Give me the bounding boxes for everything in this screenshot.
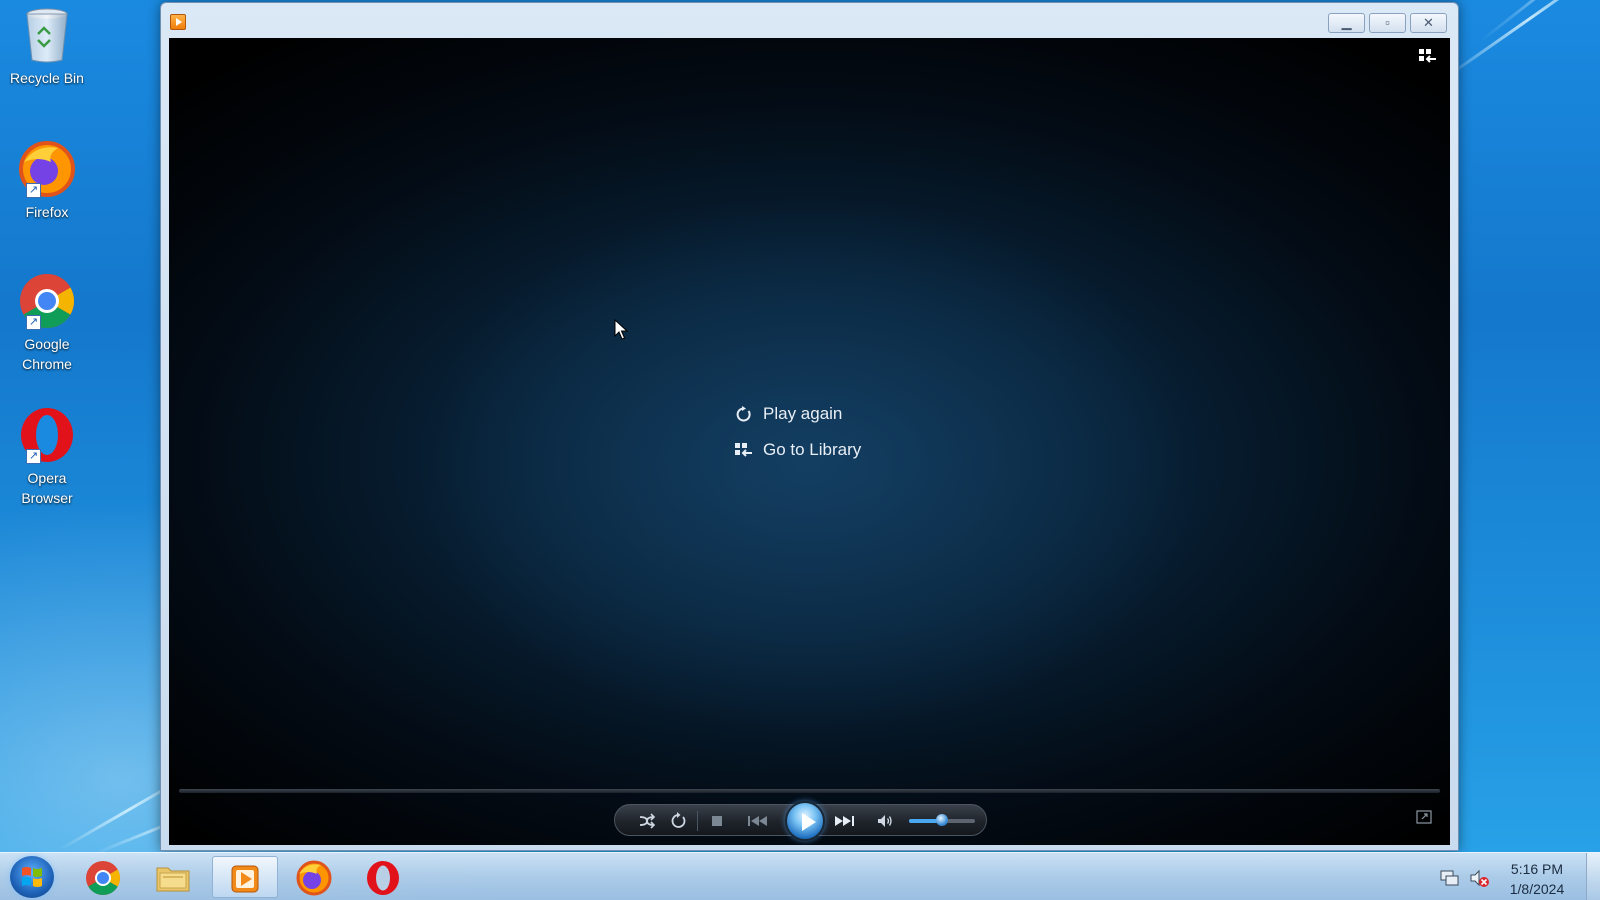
network-icon[interactable] — [1440, 869, 1460, 887]
stop-icon[interactable] — [707, 811, 727, 831]
desktop-icon-recycle-bin[interactable]: Recycle Bin — [4, 6, 90, 88]
play-button[interactable] — [785, 801, 825, 841]
go-to-library-link[interactable]: Go to Library — [735, 438, 895, 462]
repeat-icon[interactable] — [668, 811, 688, 831]
chrome-icon: ↗ — [18, 272, 76, 330]
desktop-icon-google-chrome[interactable]: ↗ Google Chrome — [4, 272, 90, 374]
windows-logo-icon — [22, 867, 42, 887]
mouse-cursor-icon — [614, 318, 630, 341]
volume-muted-icon[interactable] — [1468, 867, 1490, 889]
file-explorer-icon — [154, 859, 192, 897]
volume-thumb[interactable] — [936, 814, 948, 826]
close-button[interactable]: ✕ — [1410, 13, 1447, 33]
play-again-link[interactable]: Play again — [735, 402, 875, 426]
desktop-icon-label: Recycle Bin — [10, 70, 84, 86]
wallpaper-streak — [1479, 0, 1600, 43]
clock-date: 1/8/2024 — [1509, 881, 1565, 897]
play-again-label: Play again — [763, 404, 843, 423]
previous-icon[interactable] — [745, 811, 773, 831]
go-to-library-label: Go to Library — [763, 440, 862, 459]
desktop-icon-label: Google Chrome — [22, 336, 72, 372]
taskbar-opera[interactable] — [353, 856, 415, 898]
replay-icon — [735, 406, 752, 423]
recycle-bin-icon — [18, 6, 76, 64]
firefox-icon — [295, 859, 333, 897]
chrome-icon — [84, 859, 122, 897]
divider — [697, 811, 698, 831]
media-player-window: ▁ ▫ ✕ Play again Go to Library — [160, 2, 1459, 851]
desktop-icon-opera-browser[interactable]: ↗ Opera Browser — [4, 406, 90, 508]
desktop-icon-label: Firefox — [25, 204, 69, 220]
now-playing-area[interactable]: Play again Go to Library — [169, 38, 1450, 845]
opera-icon — [364, 859, 402, 897]
system-clock[interactable]: 5:16 PM 1/8/2024 — [1502, 859, 1572, 899]
next-icon[interactable] — [831, 811, 859, 831]
media-player-icon — [226, 860, 264, 898]
title-bar[interactable]: ▁ ▫ ✕ — [161, 3, 1458, 37]
taskbar-file-explorer[interactable] — [143, 856, 205, 898]
shortcut-arrow-icon: ↗ — [26, 183, 41, 198]
shuffle-icon[interactable] — [637, 811, 657, 831]
speaker-icon[interactable] — [875, 811, 895, 831]
taskbar-firefox[interactable] — [284, 856, 346, 898]
taskbar: 5:16 PM 1/8/2024 — [0, 852, 1600, 900]
show-desktop-button[interactable] — [1586, 853, 1600, 900]
fullscreen-icon[interactable] — [1416, 810, 1432, 824]
switch-to-library-icon[interactable] — [1418, 48, 1438, 66]
desktop-icon-firefox[interactable]: ↗ Firefox — [4, 140, 90, 222]
playback-controls — [614, 801, 987, 841]
shortcut-arrow-icon: ↗ — [26, 449, 41, 464]
clock-time: 5:16 PM — [1510, 861, 1564, 877]
maximize-button[interactable]: ▫ — [1369, 13, 1406, 33]
media-player-icon[interactable] — [170, 14, 186, 30]
taskbar-chrome[interactable] — [73, 856, 135, 898]
start-button[interactable] — [10, 856, 54, 898]
desktop: Recycle Bin ↗ Firefox ↗ Google Chrome ↗ … — [0, 0, 1600, 900]
library-icon — [735, 442, 752, 459]
shortcut-arrow-icon: ↗ — [26, 315, 41, 330]
opera-icon: ↗ — [18, 406, 76, 464]
taskbar-media-player[interactable] — [212, 856, 278, 898]
seek-bar[interactable] — [179, 789, 1440, 793]
firefox-icon: ↗ — [18, 140, 76, 198]
volume-slider[interactable] — [909, 814, 975, 826]
minimize-button[interactable]: ▁ — [1328, 13, 1365, 33]
desktop-icon-label: Opera Browser — [21, 470, 73, 506]
